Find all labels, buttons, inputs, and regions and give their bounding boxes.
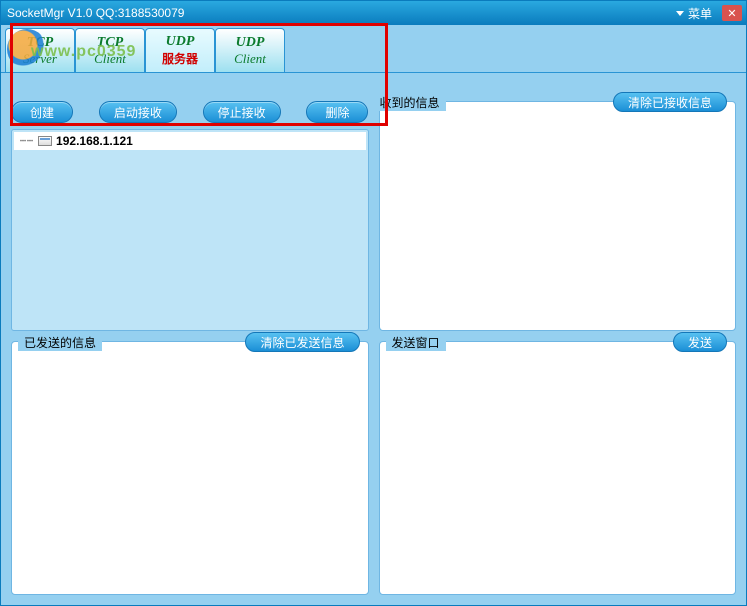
send-title: 发送窗口 — [386, 334, 446, 351]
connection-list[interactable]: ┈┈ 192.168.1.121 — [11, 129, 369, 331]
received-panel: 收到的信息 清除已接收信息 — [379, 101, 737, 331]
sent-title: 已发送的信息 — [18, 334, 102, 351]
tree-expand-icon: ┈┈ — [20, 136, 34, 147]
connection-item[interactable]: ┈┈ 192.168.1.121 — [14, 132, 366, 150]
tab-udp-client[interactable]: UDP Client — [215, 28, 285, 72]
close-icon: ✕ — [727, 7, 736, 20]
sent-panel: 已发送的信息 清除已发送信息 — [11, 341, 369, 595]
clear-sent-button[interactable]: 清除已发送信息 — [245, 332, 359, 352]
tab-udp-server[interactable]: UDP 服务器 — [145, 28, 215, 72]
clear-received-button[interactable]: 清除已接收信息 — [613, 92, 727, 112]
create-button[interactable]: 创建 — [11, 101, 73, 123]
connections-panel: 创建 启动接收 停止接收 删除 ┈┈ 192.168.1.121 — [11, 101, 369, 331]
send-textarea[interactable] — [380, 342, 736, 594]
received-title: 收到的信息 — [374, 94, 446, 111]
send-button[interactable]: 发送 — [673, 332, 727, 352]
start-receive-button[interactable]: 启动接收 — [99, 101, 177, 123]
delete-button[interactable]: 删除 — [306, 101, 368, 123]
menu-button[interactable]: 菜单 — [666, 5, 722, 22]
received-textarea[interactable] — [380, 102, 736, 330]
title-bar: SocketMgr V1.0 QQ:3188530079 菜单 ✕ — [1, 1, 746, 25]
server-icon — [38, 136, 52, 146]
window-title: SocketMgr V1.0 QQ:3188530079 — [7, 6, 666, 20]
stop-receive-button[interactable]: 停止接收 — [203, 101, 281, 123]
dropdown-icon — [676, 11, 684, 16]
action-button-bar: 创建 启动接收 停止接收 删除 — [11, 101, 369, 129]
menu-label: 菜单 — [688, 5, 712, 22]
connection-ip: 192.168.1.121 — [56, 134, 133, 148]
tab-bar: TCP Server TCP Client UDP 服务器 UDP Client — [1, 25, 746, 73]
tab-tcp-server[interactable]: TCP Server — [5, 28, 75, 72]
sent-textarea[interactable] — [12, 342, 368, 594]
tab-tcp-client[interactable]: TCP Client — [75, 28, 145, 72]
send-panel: 发送窗口 发送 — [379, 341, 737, 595]
close-button[interactable]: ✕ — [722, 5, 742, 21]
